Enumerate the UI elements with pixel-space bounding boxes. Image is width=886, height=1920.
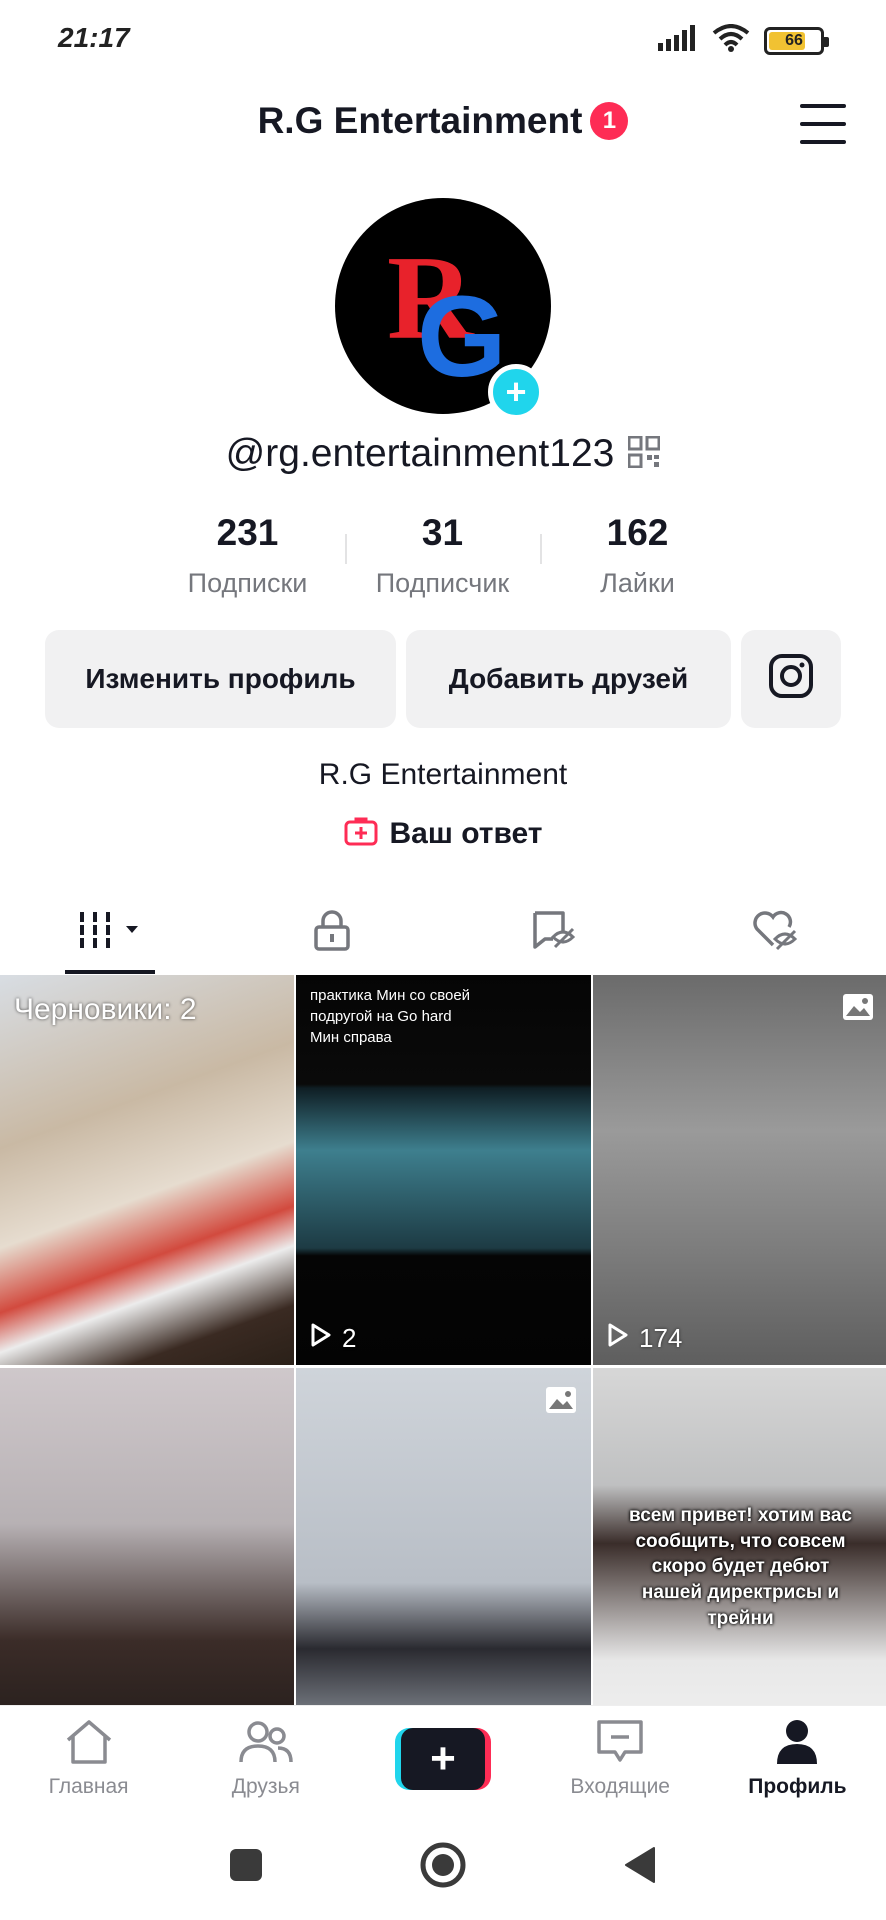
videos-grid-icon [75, 910, 146, 955]
inbox-icon [595, 1718, 645, 1771]
tab-private[interactable] [222, 890, 444, 974]
video-caption: всем привет! хотим вас сообщить, что сов… [629, 1505, 852, 1629]
nav-label: Профиль [748, 1775, 847, 1798]
video-tile[interactable] [296, 1368, 591, 1705]
video-caption: практика Мин со своей подругой на Go har… [310, 985, 470, 1048]
caption-line: Мин справа [310, 1029, 392, 1046]
profile-icon [775, 1718, 819, 1771]
stat-followers[interactable]: 31 Подписчик [345, 512, 540, 602]
your-answer-link[interactable]: Ваш ответ [0, 816, 886, 851]
nav-friends[interactable]: Друзья [177, 1706, 354, 1815]
hamburger-line [800, 140, 846, 144]
account-switcher[interactable]: R.G Entertainment 1 [0, 100, 886, 142]
stat-value: 231 [216, 512, 279, 553]
caption-line: подругой на Go hard [310, 1008, 452, 1025]
page-title: R.G Entertainment [257, 100, 583, 141]
friends-icon [238, 1718, 294, 1771]
profile-stats: 231 Подписки 31 Подписчик 162 Лайки [150, 512, 736, 602]
stat-value: 31 [421, 512, 464, 553]
notification-badge: 1 [590, 102, 629, 140]
tab-videos[interactable] [0, 890, 222, 974]
content-tabs [0, 890, 886, 974]
video-tile[interactable]: всем привет! хотим вас сообщить, что сов… [593, 1368, 886, 1705]
add-avatar-button[interactable]: + [488, 364, 544, 420]
hamburger-icon [800, 104, 846, 108]
username-row: @rg.entertainment123 [0, 432, 886, 476]
stat-label: Лайки [600, 568, 675, 598]
nav-label: Друзья [231, 1775, 300, 1798]
stat-following[interactable]: 231 Подписки [150, 512, 345, 602]
hidden-likes-icon [751, 909, 799, 956]
tab-reposts[interactable] [443, 890, 665, 974]
plus-icon: + [401, 1728, 485, 1790]
nav-create[interactable]: + [354, 1706, 531, 1815]
system-nav-bar [0, 1815, 886, 1920]
view-count-value: 174 [639, 1323, 683, 1353]
instagram-icon [768, 653, 814, 706]
video-tile[interactable] [0, 1368, 294, 1705]
hamburger-line [800, 122, 846, 126]
battery-indicator: 66 [764, 26, 829, 55]
wifi-icon [712, 24, 750, 57]
edit-profile-button[interactable]: Изменить профиль [45, 630, 396, 728]
home-button[interactable] [419, 1841, 467, 1894]
signal-icon [658, 25, 698, 56]
nav-label: Входящие [570, 1775, 670, 1798]
video-tile[interactable]: 174 [593, 975, 886, 1365]
nav-inbox[interactable]: Входящие [532, 1706, 709, 1815]
answer-label: Ваш ответ [389, 816, 543, 850]
bottom-nav: Главная Друзья + Входящие Профиль [0, 1705, 886, 1815]
add-answer-icon [344, 816, 378, 851]
drafts-label: Черновики: 2 [14, 993, 197, 1026]
stat-label: Подписчик [375, 568, 510, 598]
stat-likes[interactable]: 162 Лайки [540, 512, 735, 602]
status-time: 21:17 [58, 22, 130, 53]
stat-label: Подписки [187, 568, 308, 598]
menu-button[interactable] [800, 104, 846, 144]
home-icon [63, 1718, 115, 1771]
view-count-value: 2 [342, 1323, 357, 1353]
play-icon [607, 1322, 629, 1355]
status-icons: 66 [658, 24, 829, 57]
nav-home[interactable]: Главная [0, 1706, 177, 1815]
profile-header: R.G Entertainment 1 [0, 90, 886, 160]
play-icon [310, 1322, 332, 1355]
photo-icon [545, 1386, 577, 1419]
video-grid: Черновики: 2 практика Мин со своей подру… [0, 975, 886, 1705]
tab-likes[interactable] [665, 890, 886, 974]
status-bar: 21:17 66 [0, 0, 886, 80]
qr-code-icon[interactable] [627, 435, 661, 473]
draft-videos-tile[interactable]: Черновики: 2 [0, 975, 294, 1365]
add-friends-button[interactable]: Добавить друзей [406, 630, 731, 728]
create-button: + [395, 1728, 491, 1790]
nav-label: Главная [48, 1775, 129, 1798]
hidden-reposts-icon [531, 909, 577, 956]
lock-icon [312, 909, 352, 956]
video-tile[interactable]: практика Мин со своей подругой на Go har… [296, 975, 591, 1365]
instagram-button[interactable] [741, 630, 841, 728]
battery-percent: 66 [785, 31, 803, 49]
view-count: 2 [310, 1322, 356, 1355]
nav-profile[interactable]: Профиль [709, 1706, 886, 1815]
recents-button[interactable] [228, 1847, 264, 1888]
view-count: 174 [607, 1322, 682, 1355]
back-button[interactable] [622, 1845, 658, 1890]
profile-bio: R.G Entertainment [318, 758, 568, 791]
username: @rg.entertainment123 [225, 432, 615, 475]
stat-value: 162 [606, 512, 669, 553]
photo-icon [842, 993, 874, 1026]
caption-line: практика Мин со своей [310, 987, 471, 1004]
